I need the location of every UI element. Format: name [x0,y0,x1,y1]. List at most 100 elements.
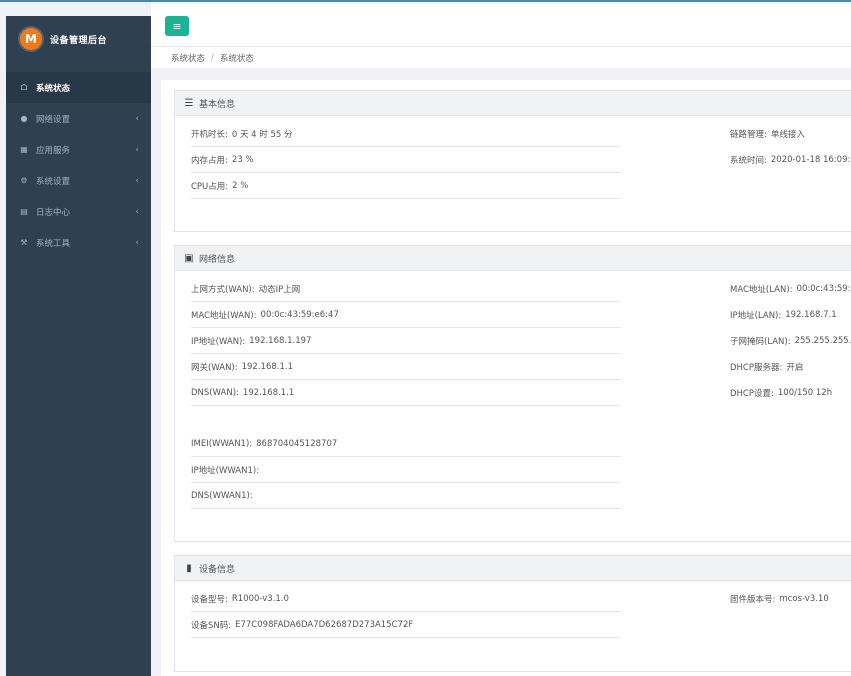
field-label: IP地址(WAN): [191,336,246,347]
sidebar-item-system-settings[interactable]: ⚙ 系统设置 ‹ [6,165,151,196]
field-value: 23 % [231,154,254,165]
hamburger-icon: ≡ [172,19,182,33]
field-label: MAC地址(WAN): [191,310,257,321]
chevron-left-icon: ‹ [135,237,139,248]
top-header: ≡ [151,2,851,47]
sidebar-item-label: 日志中心 [36,207,71,218]
field-label: 网关(WAN): [191,362,238,373]
field-label: MAC地址(LAN): [730,284,793,295]
app-title: 设备管理后台 [50,35,108,46]
field-value: 192.168.1.1 [242,387,295,398]
field-label: IP地址(WWAN1): [191,465,260,476]
field-value: 00:0c:43:59:e6:47 [260,309,339,320]
gear-icon: ⚙ [20,176,28,185]
field-label: DNS(WAN): [191,387,239,398]
chevron-left-icon: ‹ [135,144,139,155]
field-value: mcos-v3.10 [779,593,829,604]
wrench-icon: ⚒ [20,238,28,247]
basic-info-panel: ☰ 基本信息 开机时长: 0 天 4 时 55 分 内存占用: 23 % CPU… [174,90,851,232]
field-label: 上网方式(WAN): [191,284,255,295]
field-label: 固件版本号: [730,594,776,605]
link-management-row: 链路管理: 单线接入 [730,121,851,146]
wwan-dns-row: DNS(WWAN1): [191,483,621,509]
sidebar-nav: ☖ 系统状态 ● 网络设置 ‹ ▦ 应用服务 ‹ ⚙ 系统设置 ‹ ▤ 日志中心… [6,72,151,258]
imei-row: IMEI(WWAN1): 868704045128707 [191,431,621,457]
field-value: 动态IP上网 [258,284,301,295]
share-icon: ▣ [184,252,194,264]
panel-title: 网络信息 [199,254,236,265]
panel-title: 设备信息 [199,564,236,575]
list-icon: ☰ [184,97,194,109]
sidebar-item-log-center[interactable]: ▤ 日志中心 ‹ [6,196,151,227]
breadcrumb-current: 系统状态 [219,53,254,64]
logo-icon: M [20,28,42,50]
chevron-left-icon: ‹ [135,113,139,124]
field-value: 2020-01-18 16:09:3 [770,154,851,165]
system-time-row: 系统时间: 2020-01-18 16:09:3 [730,147,851,172]
wan-gateway-row: 网关(WAN): 192.168.1.1 [191,354,621,380]
field-label: 设备型号: [191,594,228,605]
field-value: 192.168.1.1 [241,361,293,372]
field-value: 单线接入 [770,129,805,140]
lan-mask-row: 子网掩码(LAN): 255.255.255. [730,328,851,353]
field-value: 192.168.7.1 [785,309,837,320]
field-label: 内存占用: [191,155,228,166]
wwan-ip-row: IP地址(WWAN1): [191,457,621,483]
sidebar-item-app-services[interactable]: ▦ 应用服务 ‹ [6,134,151,165]
field-label: 子网掩码(LAN): [730,336,791,347]
sidebar-item-label: 系统状态 [36,83,71,94]
field-value: 255.255.255. [794,335,851,346]
wan-mac-row: MAC地址(WAN): 00:0c:43:59:e6:47 [191,302,621,328]
field-label: 链路管理: [730,129,767,140]
field-label: DHCP设置: [730,388,774,399]
sidebar-item-system-tools[interactable]: ⚒ 系统工具 ‹ [6,227,151,258]
field-value: 100/150 12h [777,387,833,398]
dhcp-setting-row: DHCP设置: 100/150 12h [730,380,851,405]
memory-row: 内存占用: 23 % [191,147,621,173]
dhcp-server-row: DHCP服务器: 开启 [730,354,851,379]
field-label: DNS(WWAN1): [191,490,253,501]
field-label: CPU占用: [191,181,229,192]
field-label: 设备SN码: [191,620,232,631]
model-row: 设备型号: R1000-v3.1.0 [191,586,621,612]
lan-ip-row: IP地址(LAN): 192.168.7.1 [730,302,851,327]
grid-icon: ▦ [20,145,28,154]
main-content: ☰ 基本信息 开机时长: 0 天 4 时 55 分 内存占用: 23 % CPU… [161,80,851,676]
breadcrumb-item[interactable]: 系统状态 [171,52,205,64]
panel-header: ☰ 基本信息 [175,91,851,116]
wan-ip-row: IP地址(WAN): 192.168.1.197 [191,328,621,354]
sidebar: M 设备管理后台 ☖ 系统状态 ● 网络设置 ‹ ▦ 应用服务 ‹ ⚙ 系统设置… [6,16,151,676]
cpu-row: CPU占用: 2 % [191,173,621,199]
breadcrumb-separator: / [211,52,214,63]
home-icon: ☖ [20,83,28,92]
sidebar-item-label: 系统工具 [36,238,71,249]
file-icon: ▤ [20,207,28,216]
field-label: 开机时长: [191,129,228,140]
field-value: 2 % [232,180,249,191]
firmware-row: 固件版本号: mcos-v3.10 [730,586,851,611]
panel-header: ▣ 网络信息 [175,246,851,271]
field-value: E77C098FADA6DA7D62687D273A15C72F [235,619,414,630]
uptime-row: 开机时长: 0 天 4 时 55 分 [191,121,621,147]
field-label: IP地址(LAN): [730,310,782,321]
logo-area: M 设备管理后台 [6,16,151,62]
lan-mac-row: MAC地址(LAN): 00:0c:43:59: [730,276,851,301]
menu-toggle-button[interactable]: ≡ [165,16,189,36]
sidebar-item-network-settings[interactable]: ● 网络设置 ‹ [6,103,151,134]
panel-header: ▮ 设备信息 [175,556,851,581]
sidebar-item-system-status[interactable]: ☖ 系统状态 [6,72,151,103]
field-label: IMEI(WWAN1): [191,438,253,449]
field-label: DHCP服务器: [730,362,783,373]
sn-row: 设备SN码: E77C098FADA6DA7D62687D273A15C72F [191,612,621,638]
chevron-left-icon: ‹ [135,206,139,217]
sidebar-item-label: 系统设置 [36,176,71,187]
wan-dns-row: DNS(WAN): 192.168.1.1 [191,380,621,406]
field-value: 00:0c:43:59: [796,283,851,294]
field-value: 0 天 4 时 55 分 [231,129,293,140]
globe-icon: ● [20,114,28,123]
field-value: 868704045128707 [256,438,338,449]
field-value: 192.168.1.197 [249,335,312,346]
device-info-panel: ▮ 设备信息 设备型号: R1000-v3.1.0 设备SN码: E77C098… [174,555,851,672]
wan-mode-row: 上网方式(WAN): 动态IP上网 [191,276,621,302]
field-value: 开启 [786,362,804,373]
